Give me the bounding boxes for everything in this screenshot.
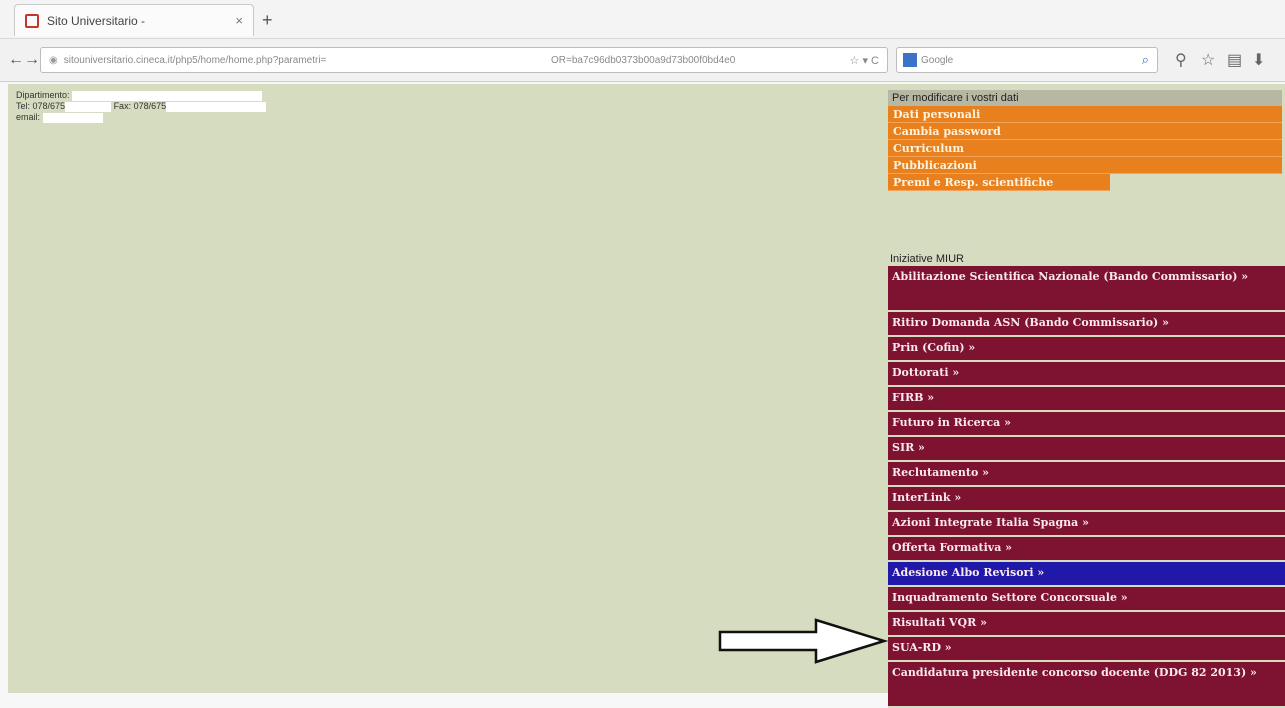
fax-label: Fax: 078/675 — [113, 101, 167, 111]
menu-item-interlink[interactable]: InterLink » — [888, 487, 1285, 512]
menu-item-sir[interactable]: SIR » — [888, 437, 1285, 462]
tel-label: Tel: 078/675 — [16, 101, 66, 111]
new-tab-button[interactable]: + — [262, 10, 273, 31]
menu-item-cambia-password[interactable]: Cambia password — [888, 123, 1282, 140]
forward-icon[interactable]: → — [24, 51, 40, 69]
search-engine-icon[interactable] — [903, 53, 917, 67]
url-text: sitouniversitario.cineca.it/php5/home/ho… — [63, 54, 327, 66]
department-label: Dipartimento: — [16, 90, 70, 100]
miur-menu: Iniziative MIUR Abilitazione Scientifica… — [888, 252, 1285, 708]
search-go-icon[interactable]: ⚲ — [1175, 50, 1187, 70]
url-bar[interactable]: ◉ sitouniversitario.cineca.it/php5/home/… — [40, 47, 888, 73]
bookmark-star-icon[interactable]: ☆ — [1201, 50, 1215, 70]
menu-item-reclutamento[interactable]: Reclutamento » — [888, 462, 1285, 487]
email-label: email: — [16, 112, 41, 122]
menu-item-premi[interactable]: Premi e Resp. scientifiche — [888, 174, 1110, 191]
menu-item-azioni-integrate[interactable]: Azioni Integrate Italia Spagna » — [888, 512, 1285, 537]
redacted-block — [42, 112, 103, 123]
menu-item-asn[interactable]: Abilitazione Scientifica Nazionale (Band… — [888, 266, 1285, 312]
navigation-bar: ← → ◉ sitouniversitario.cineca.it/php5/h… — [0, 38, 1285, 82]
tab-bar: Sito Universitario - × + — [0, 0, 1285, 38]
menu-item-risultati-vqr[interactable]: Risultati VQR » — [888, 612, 1285, 637]
redacted-block — [72, 90, 263, 101]
personal-menu-header: Per modificare i vostri dati — [888, 90, 1282, 106]
redacted-block — [166, 101, 267, 112]
menu-item-curriculum[interactable]: Curriculum — [888, 140, 1282, 157]
redacted-block — [65, 101, 112, 112]
close-tab-icon[interactable]: × — [235, 13, 243, 28]
url-text-end: OR=ba7c96db0373b00a9d73b00f0bd4e0 — [551, 54, 736, 66]
personal-data-menu: Per modificare i vostri dati Dati person… — [888, 90, 1285, 191]
bookmarks-menu-icon[interactable]: ▤ — [1227, 50, 1242, 70]
menu-item-dottorati[interactable]: Dottorati » — [888, 362, 1285, 387]
search-icon[interactable]: ⌕ — [1142, 52, 1149, 68]
menu-item-firb[interactable]: FIRB » — [888, 387, 1285, 412]
search-input[interactable]: Google — [921, 55, 953, 66]
url-tools-icon[interactable]: ☆ ▾ C — [850, 54, 879, 67]
menu-item-albo-revisori[interactable]: Adesione Albo Revisori » — [888, 562, 1285, 587]
tab-title: Sito Universitario - — [47, 13, 146, 28]
menu-item-pubblicazioni[interactable]: Pubblicazioni — [888, 157, 1282, 174]
menu-item-prin[interactable]: Prin (Cofin) » — [888, 337, 1285, 362]
miur-menu-header: Iniziative MIUR — [890, 253, 964, 265]
menu-item-ritiro-asn[interactable]: Ritiro Domanda ASN (Bando Commissario) » — [888, 312, 1285, 337]
site-favicon-icon — [25, 13, 39, 28]
menu-item-inquadramento[interactable]: Inquadramento Settore Concorsuale » — [888, 587, 1285, 612]
menu-item-dati-personali[interactable]: Dati personali — [888, 106, 1282, 123]
menu-item-offerta-formativa[interactable]: Offerta Formativa » — [888, 537, 1285, 562]
menu-item-candidatura[interactable]: Candidatura presidente concorso docente … — [888, 662, 1285, 708]
menu-item-sua-rd[interactable]: SUA-RD » — [888, 637, 1285, 662]
menu-item-futuro-ricerca[interactable]: Futuro in Ricerca » — [888, 412, 1285, 437]
site-identity-icon[interactable]: ◉ — [49, 55, 58, 66]
search-bar[interactable]: Google ⌕ — [896, 47, 1158, 73]
download-icon[interactable]: ⬇ — [1252, 50, 1265, 70]
browser-tab[interactable]: Sito Universitario - × — [14, 4, 254, 36]
pointer-arrow-icon — [718, 618, 888, 664]
back-icon[interactable]: ← — [8, 51, 24, 69]
page-content: Dipartimento: Tel: 078/675 Fax: 078/675 … — [8, 84, 1285, 708]
user-info: Dipartimento: Tel: 078/675 Fax: 078/675 … — [16, 90, 267, 123]
